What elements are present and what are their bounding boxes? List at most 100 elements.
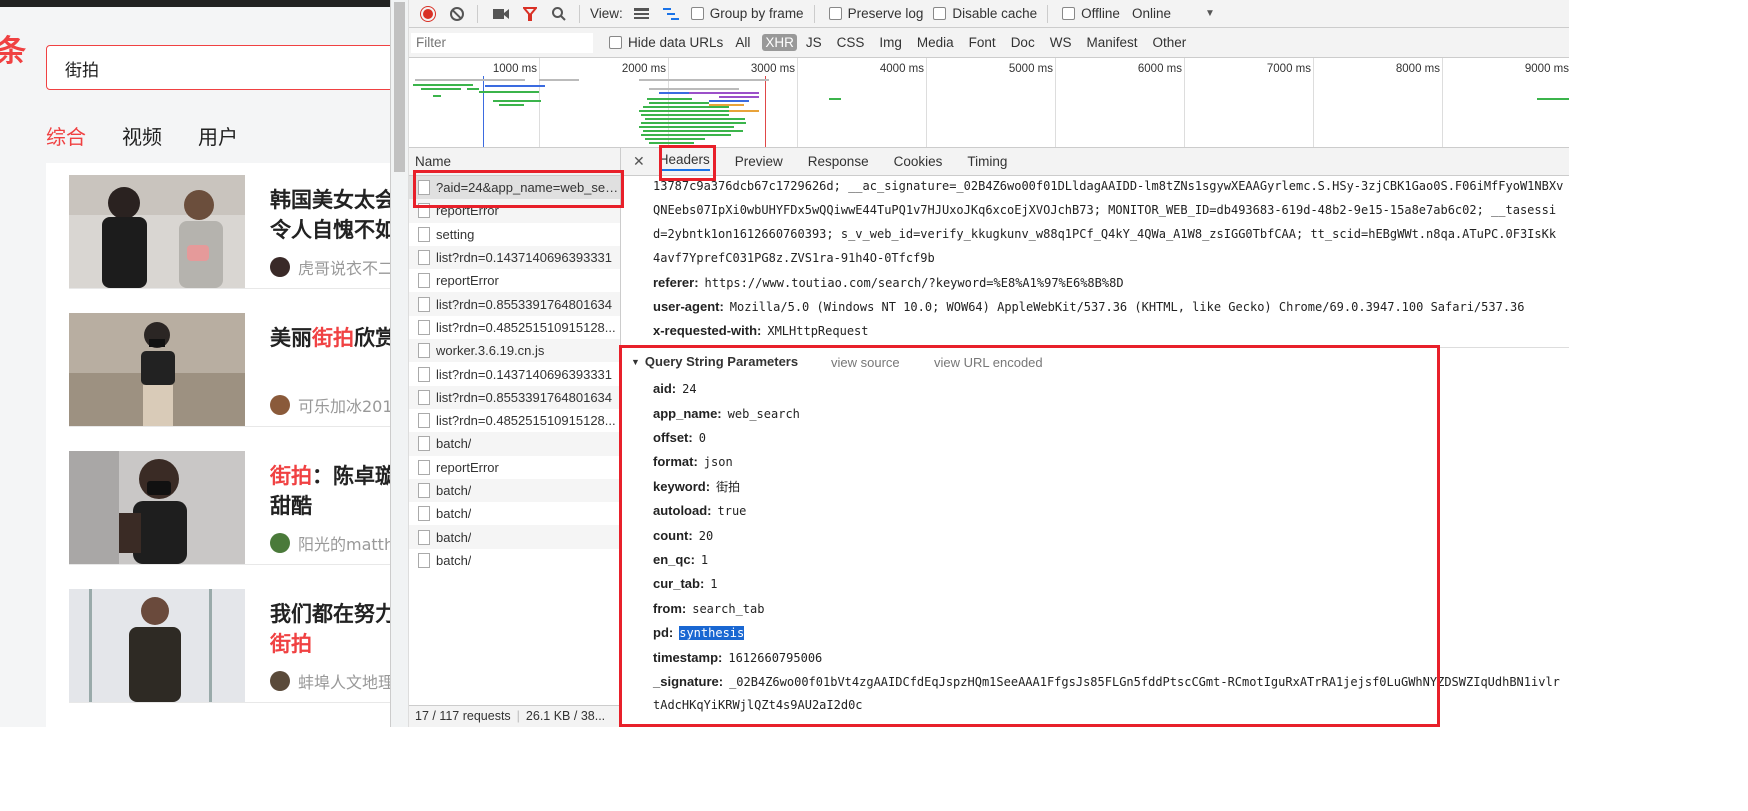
request-row[interactable]: list?rdn=0.8553391764801634 [409, 385, 620, 409]
detail-tabs: ✕ Headers Preview Response Cookies Timin… [621, 148, 1569, 176]
clear-icon [450, 6, 464, 21]
param-autoload: autoload: true [653, 503, 747, 518]
param-signature-continued: tAdcHKqYiKRWjlQZt4s9AU2aI2d0c [653, 698, 863, 712]
request-row[interactable]: batch/ [409, 478, 620, 503]
cookie-line: QNEebs07IpXi0wbUHYFDx5wQQiwwE44TuPQ1v7HJ… [653, 203, 1557, 217]
request-row[interactable]: list?rdn=0.485251510915128... [409, 409, 620, 432]
network-toolbar: View: Group by frame Preserve log Disabl… [409, 0, 1569, 28]
divider [1047, 4, 1049, 23]
result-thumbnail[interactable] [69, 589, 245, 702]
site-logo[interactable]: 条 [0, 26, 26, 70]
tab-preview[interactable]: Preview [735, 154, 783, 169]
request-row[interactable]: batch/ [409, 502, 620, 525]
selected-text[interactable]: synthesis [679, 626, 745, 640]
record-button[interactable] [418, 4, 438, 24]
result-title[interactable]: 韩国美女太会 令人自愧不如 [270, 185, 390, 245]
clear-button[interactable] [447, 4, 467, 24]
devtools-scrollbar[interactable] [391, 0, 409, 727]
filter-icon [523, 6, 537, 21]
type-filter-ws[interactable]: WS [1047, 34, 1075, 51]
tab-headers[interactable]: Headers [658, 152, 710, 171]
file-icon [418, 436, 430, 452]
search-button[interactable] [549, 4, 569, 24]
result-title[interactable]: 街拍：陈卓璇 甜酷 [270, 461, 390, 521]
result-card[interactable]: 韩国美女太会 令人自愧不如 虎哥说衣不二 [69, 175, 390, 289]
tab-user[interactable]: 用户 [198, 121, 238, 150]
result-title[interactable]: 美丽街拍欣赏 [270, 323, 390, 353]
scrollbar-thumb[interactable] [394, 2, 405, 172]
network-overview-timeline[interactable]: 1000 ms 2000 ms 3000 ms 4000 ms 5000 ms … [409, 58, 1569, 148]
file-icon [418, 483, 430, 498]
type-filter-css[interactable]: CSS [834, 34, 868, 51]
request-row[interactable]: reportError [409, 199, 620, 223]
hide-data-urls-checkbox[interactable]: Hide data URLs [609, 35, 723, 50]
view-source-link[interactable]: view source [831, 355, 900, 370]
search-icon [552, 6, 566, 21]
result-title[interactable]: 我们都在努力 街拍 [270, 599, 390, 659]
request-row[interactable]: setting [409, 223, 620, 246]
header-user-agent: user-agent: Mozilla/5.0 (Windows NT 10.0;… [653, 299, 1525, 314]
request-row[interactable]: list?rdn=0.1437140696393331 [409, 362, 620, 385]
result-thumbnail[interactable] [69, 313, 245, 426]
query-string-section-header[interactable]: ▼ Query String Parameters [631, 354, 798, 369]
offline-checkbox[interactable]: Offline [1062, 6, 1120, 21]
search-input[interactable] [65, 56, 365, 80]
type-filter-doc[interactable]: Doc [1008, 34, 1038, 51]
result-author[interactable]: 虎哥说衣不二 [270, 255, 390, 279]
request-row[interactable]: reportError [409, 456, 620, 479]
screenshot-button[interactable] [491, 4, 511, 24]
type-filter-xhr[interactable]: XHR [762, 34, 797, 51]
result-author[interactable]: 可乐加冰2017 [270, 393, 390, 417]
checkbox-box [1062, 7, 1076, 20]
waterfall-button[interactable] [661, 4, 681, 24]
type-filter-all[interactable]: All [732, 34, 753, 51]
name-column-header[interactable]: Name [409, 148, 620, 176]
param-en-qc: en_qc: 1 [653, 552, 709, 567]
tab-video[interactable]: 视频 [122, 121, 162, 150]
result-card[interactable]: 街拍：陈卓璇甜酷 阳光的matthew [69, 451, 390, 565]
view-url-encoded-link[interactable]: view URL encoded [934, 355, 1043, 370]
filter-input[interactable] [411, 32, 593, 53]
tab-comprehensive[interactable]: 综合 [46, 121, 86, 150]
throttle-select[interactable]: Online [1132, 6, 1171, 21]
preserve-log-checkbox[interactable]: Preserve log [828, 6, 923, 21]
tab-cookies[interactable]: Cookies [894, 154, 943, 169]
result-card[interactable]: 美丽街拍欣赏 可乐加冰2017 [69, 313, 390, 427]
request-row[interactable]: batch/ [409, 432, 620, 456]
request-row[interactable]: list?rdn=0.485251510915128... [409, 316, 620, 339]
request-row[interactable]: reportError [409, 269, 620, 292]
result-author[interactable]: 阳光的matthew [270, 531, 390, 555]
result-author[interactable]: 蚌埠人文地理 [270, 669, 390, 693]
request-list: Name ?aid=24&app_name=web_search&offset=… [409, 148, 621, 727]
result-card[interactable]: 我们都在努力 街拍 蚌埠人文地理 [69, 589, 390, 703]
disable-cache-checkbox[interactable]: Disable cache [933, 6, 1037, 21]
type-filter-media[interactable]: Media [914, 34, 957, 51]
tab-timing[interactable]: Timing [967, 154, 1007, 169]
group-by-frame-checkbox[interactable]: Group by frame [690, 6, 804, 21]
chevron-down-icon[interactable]: ▼ [1205, 8, 1215, 19]
search-box[interactable] [46, 45, 390, 90]
cookie-line: 13787c9a376dcb67c1729626d; __ac_signatur… [653, 179, 1564, 193]
file-icon [418, 250, 430, 266]
request-row[interactable]: worker.3.6.19.cn.js [409, 339, 620, 363]
type-filter-other[interactable]: Other [1149, 34, 1189, 51]
request-row[interactable]: batch/ [409, 549, 620, 572]
type-filter-font[interactable]: Font [966, 34, 999, 51]
filter-toggle-button[interactable] [520, 4, 540, 24]
file-icon [418, 273, 430, 289]
request-row[interactable]: ?aid=24&app_name=web_search&offset=0 [409, 176, 620, 200]
result-thumbnail[interactable] [69, 175, 245, 288]
search-tabs: 综合 视频 用户 [46, 121, 274, 150]
type-filter-manifest[interactable]: Manifest [1083, 34, 1140, 51]
results-feed: 韩国美女太会 令人自愧不如 虎哥说衣不二 美丽街拍欣赏 可乐加冰201 街拍：陈… [46, 163, 390, 727]
tab-response[interactable]: Response [808, 154, 869, 169]
request-row[interactable]: list?rdn=0.1437140696393331 [409, 245, 620, 270]
type-filter-js[interactable]: JS [803, 34, 825, 51]
type-filter-img[interactable]: Img [876, 34, 905, 51]
request-row[interactable]: batch/ [409, 525, 620, 549]
request-row[interactable]: list?rdn=0.8553391764801634 [409, 292, 620, 316]
close-icon[interactable]: ✕ [633, 153, 645, 170]
result-thumbnail[interactable] [69, 451, 245, 564]
large-rows-button[interactable] [632, 4, 652, 24]
file-icon [418, 529, 430, 545]
